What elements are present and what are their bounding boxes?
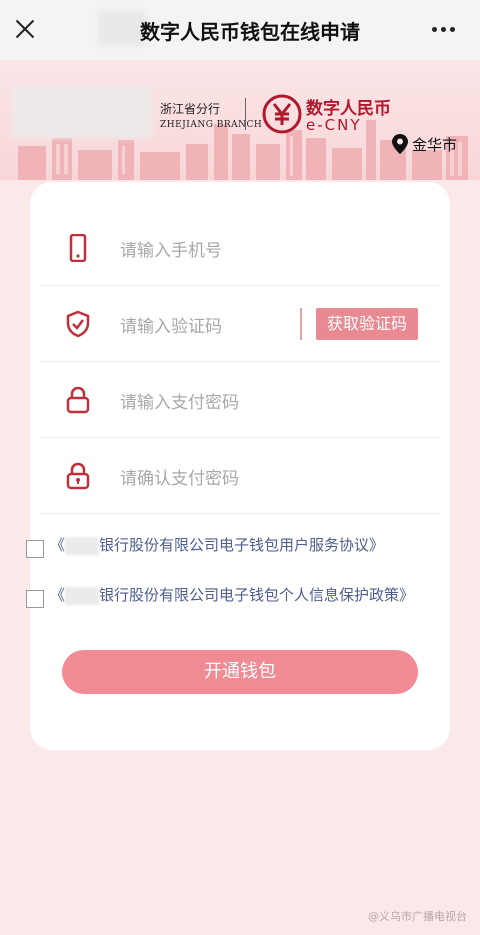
divider (300, 308, 302, 340)
branch-name-en: ZHEJIANG BRANCH (160, 120, 263, 130)
code-row[interactable]: 请输入验证码 获取验证码 (40, 286, 440, 362)
agreement-link[interactable]: 《银行股份有限公司电子钱包个人信息保护政策》 (50, 584, 416, 606)
header-banner: 浙江省分行 ZHEJIANG BRANCH 数字人民币 e-CNY 金华市 (0, 60, 480, 180)
redacted-bank-logo (12, 86, 152, 138)
agreement-checkbox[interactable] (26, 590, 44, 608)
location-pin-icon (392, 134, 408, 154)
confirm-password-row[interactable]: 请确认支付密码 (40, 438, 440, 514)
shield-check-icon (66, 310, 90, 338)
agreement-checkbox[interactable] (26, 540, 44, 558)
lock-keyhole-icon (66, 462, 90, 490)
ecny-emblem-icon (262, 94, 302, 134)
open-wallet-button[interactable]: 开通钱包 (62, 650, 418, 694)
pay-password-input[interactable]: 请输入支付密码 (120, 388, 239, 413)
divider (245, 98, 246, 130)
ecny-subtitle: e-CNY (306, 116, 362, 134)
more-icon[interactable] (432, 22, 462, 36)
page-title: 数字人民币钱包在线申请 (140, 20, 360, 44)
pay-password-row[interactable]: 请输入支付密码 (40, 362, 440, 438)
phone-row[interactable]: 请输入手机号 (40, 210, 440, 286)
agreement-link[interactable]: 《银行股份有限公司电子钱包用户服务协议》 (50, 534, 416, 556)
phone-input[interactable]: 请输入手机号 (120, 236, 222, 261)
get-code-button[interactable]: 获取验证码 (316, 308, 418, 340)
redacted-area (98, 10, 146, 46)
code-input[interactable]: 请输入验证码 (120, 312, 222, 337)
agreement-service: 《银行股份有限公司电子钱包用户服务协议》 (26, 534, 416, 580)
redacted-bank-name (65, 586, 100, 605)
lock-icon (66, 386, 90, 414)
watermark: @义乌市广播电视台 (368, 910, 467, 923)
agreement-privacy: 《银行股份有限公司电子钱包个人信息保护政策》 (26, 584, 416, 630)
phone-icon (69, 234, 87, 262)
city-label: 金华市 (412, 136, 458, 154)
close-icon[interactable] (10, 14, 40, 44)
branch-name: 浙江省分行 (160, 102, 221, 116)
redacted-bank-name (65, 536, 100, 555)
confirm-password-input[interactable]: 请确认支付密码 (120, 464, 239, 489)
title-bar: 数字人民币钱包在线申请 (0, 0, 480, 60)
